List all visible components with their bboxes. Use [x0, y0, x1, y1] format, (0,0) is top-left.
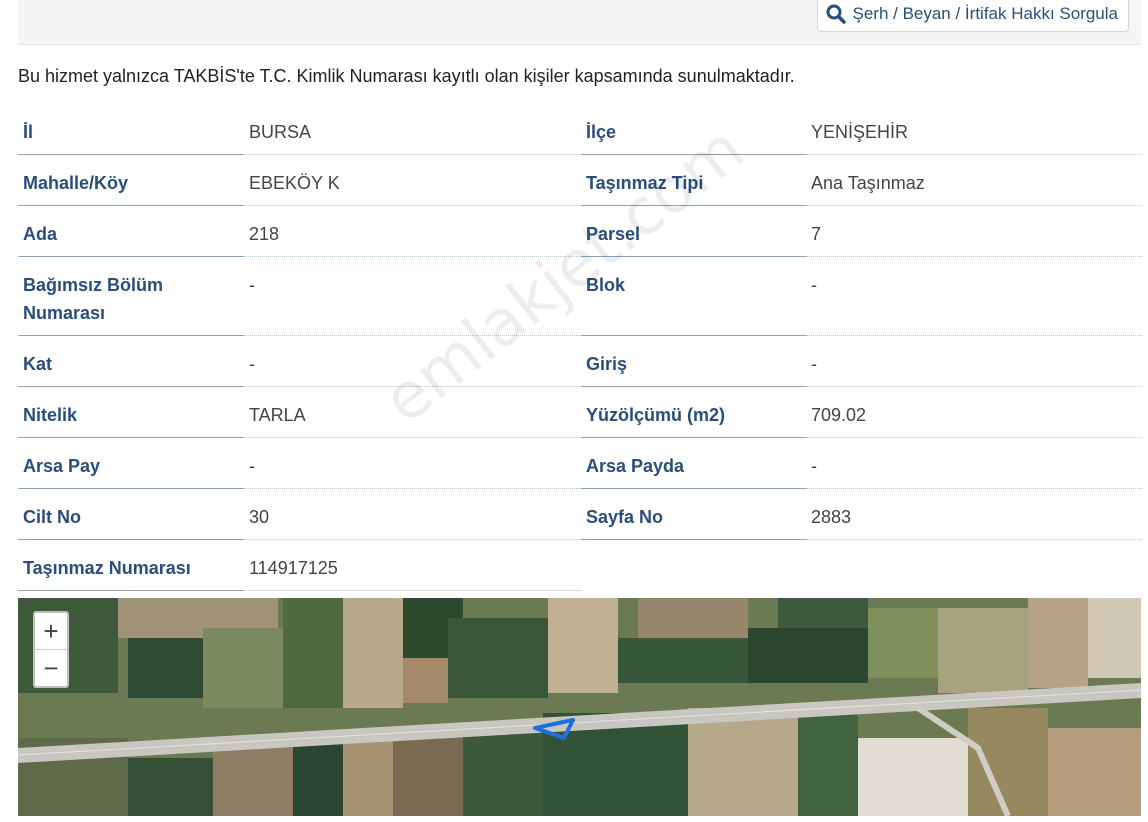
blok-value: -	[806, 257, 1142, 336]
top-toolbar: Şerh / Beyan / İrtifak Hakkı Sorgula	[18, 0, 1141, 45]
kat-label: Kat	[18, 336, 244, 387]
arsa-payda-value: -	[806, 438, 1142, 489]
sayfa-no-value: 2883	[806, 489, 1142, 540]
tasinmaz-numarasi-label: Taşınmaz Numarası	[18, 540, 244, 591]
yuzolcumu-value: 709.02	[806, 387, 1142, 438]
cilt-no-value: 30	[244, 489, 581, 540]
ilce-value: YENİŞEHİR	[806, 104, 1142, 155]
table-row: Kat - Giriş -	[18, 336, 1142, 387]
tasinmaz-tipi-value: Ana Taşınmaz	[806, 155, 1142, 206]
service-notice: Bu hizmet yalnızca TAKBİS'te T.C. Kimlik…	[18, 66, 795, 86]
il-label: İl	[18, 104, 244, 155]
table-row: Arsa Pay - Arsa Payda -	[18, 438, 1142, 489]
parcel-map[interactable]: + −	[18, 598, 1141, 816]
zoom-in-button[interactable]: +	[35, 613, 67, 650]
query-button-label: Şerh / Beyan / İrtifak Hakkı Sorgula	[852, 4, 1118, 23]
arsa-pay-label: Arsa Pay	[18, 438, 244, 489]
bagimsiz-bolum-label: Bağımsız Bölüm Numarası	[18, 257, 244, 336]
property-info-table: İl BURSA İlçe YENİŞEHİR Mahalle/Köy EBEK…	[18, 104, 1142, 591]
nitelik-label: Nitelik	[18, 387, 244, 438]
arsa-pay-value: -	[244, 438, 581, 489]
arsa-payda-label: Arsa Payda	[581, 438, 806, 489]
table-row: Cilt No 30 Sayfa No 2883	[18, 489, 1142, 540]
table-row: İl BURSA İlçe YENİŞEHİR	[18, 104, 1142, 155]
giris-label: Giriş	[581, 336, 806, 387]
search-icon	[826, 4, 847, 24]
ada-value: 218	[244, 206, 581, 257]
sayfa-no-label: Sayfa No	[581, 489, 806, 540]
ada-label: Ada	[18, 206, 244, 257]
bagimsiz-bolum-label-line2: Numarası	[23, 303, 106, 323]
satellite-imagery	[18, 598, 1141, 816]
yuzolcumu-label: Yüzölçümü (m2)	[581, 387, 806, 438]
parsel-value: 7	[806, 206, 1142, 257]
cilt-no-label: Cilt No	[18, 489, 244, 540]
giris-value: -	[806, 336, 1142, 387]
zoom-out-button[interactable]: −	[35, 650, 67, 686]
mahalle-label: Mahalle/Köy	[18, 155, 244, 206]
table-row: Taşınmaz Numarası 114917125	[18, 540, 1142, 591]
il-value: BURSA	[244, 104, 581, 155]
tasinmaz-numarasi-value: 114917125	[244, 540, 581, 591]
mahalle-value: EBEKÖY K	[244, 155, 581, 206]
bagimsiz-bolum-label-line1: Bağımsız Bölüm	[23, 275, 164, 295]
serh-beyan-query-button[interactable]: Şerh / Beyan / İrtifak Hakkı Sorgula	[817, 0, 1129, 32]
table-row: Mahalle/Köy EBEKÖY K Taşınmaz Tipi Ana T…	[18, 155, 1142, 206]
table-row: Nitelik TARLA Yüzölçümü (m2) 709.02	[18, 387, 1142, 438]
map-zoom-control: + −	[33, 611, 69, 688]
